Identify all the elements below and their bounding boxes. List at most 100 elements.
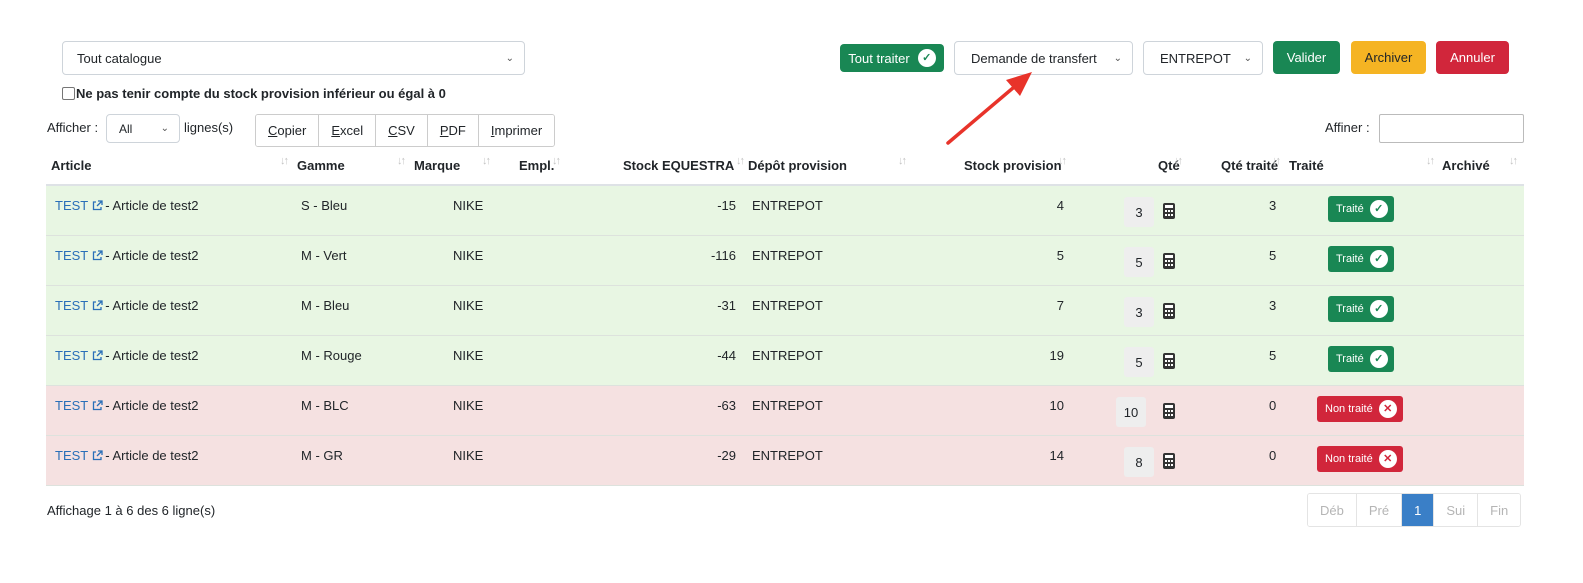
calculator-icon[interactable] [1162, 252, 1176, 270]
sort-icon[interactable]: ↓↑ [1058, 155, 1067, 167]
tout-traiter-button[interactable]: Tout traiter ✓ [840, 44, 944, 72]
article-cell: TEST - Article de test2 [55, 398, 198, 413]
table-row: TEST - Article de test2 M - GR NIKE -29 ENTRE… [46, 436, 1524, 486]
quantity-input[interactable]: 3 [1124, 197, 1154, 227]
archiver-button[interactable]: Archiver [1351, 41, 1426, 74]
status-label: Traité [1336, 303, 1364, 315]
article-link[interactable]: TEST [55, 348, 88, 363]
valider-button[interactable]: Valider [1273, 41, 1340, 74]
excel-button[interactable]: Excel [319, 115, 377, 146]
status-label: Non traité [1325, 403, 1373, 415]
ignore-zero-stock-row[interactable]: Ne pas tenir compte du stock provision i… [62, 86, 446, 101]
depot-cell: ENTREPOT [752, 398, 823, 413]
transfer-type-value: Demande de transfert [971, 50, 1097, 66]
article-link[interactable]: TEST [55, 448, 88, 463]
th-empl[interactable]: Empl. [519, 158, 554, 173]
table-row: TEST - Article de test2 M - BLC NIKE -63 ENTR… [46, 386, 1524, 436]
search-input[interactable] [1379, 114, 1524, 143]
article-cell: TEST - Article de test2 [55, 198, 198, 213]
th-marque[interactable]: Marque [414, 158, 460, 173]
calculator-icon[interactable] [1162, 402, 1176, 420]
external-link-icon[interactable] [92, 199, 103, 211]
quantity-input[interactable]: 8 [1124, 447, 1154, 477]
quantity-input[interactable]: 3 [1124, 297, 1154, 327]
stock-equestra-cell: -116 [710, 248, 736, 263]
ignore-zero-stock-checkbox[interactable] [62, 87, 75, 100]
status-badge[interactable]: Traité ✓ [1328, 246, 1394, 272]
calculator-icon[interactable] [1162, 302, 1176, 320]
marque-cell: NIKE [453, 448, 484, 463]
th-gamme[interactable]: Gamme [297, 158, 345, 173]
sort-icon[interactable]: ↓↑ [482, 155, 491, 167]
pager-first[interactable]: Déb [1308, 494, 1357, 526]
th-qte-traite[interactable]: Qté traité [1221, 158, 1278, 173]
external-link-icon[interactable] [92, 299, 103, 311]
th-depot[interactable]: Dépôt provision [748, 158, 847, 173]
external-link-icon[interactable] [92, 249, 103, 261]
status-badge[interactable]: Traité ✓ [1328, 346, 1394, 372]
status-badge[interactable]: Traité ✓ [1328, 296, 1394, 322]
stock-equestra-cell: -15 [717, 198, 736, 213]
status-badge[interactable]: Traité ✓ [1328, 196, 1394, 222]
sort-icon[interactable]: ↓↑ [397, 155, 406, 167]
external-link-icon[interactable] [92, 449, 103, 461]
quantity-input[interactable]: 10 [1116, 397, 1146, 427]
article-link[interactable]: TEST [55, 298, 88, 313]
article-name: - Article de test2 [105, 348, 199, 363]
sort-icon[interactable]: ↓↑ [898, 155, 907, 167]
copy-button[interactable]: Copier [256, 115, 320, 146]
check-circle-icon: ✓ [1369, 250, 1388, 268]
external-link-icon[interactable] [92, 399, 103, 411]
annuler-label: Annuler [1450, 50, 1495, 65]
stock-equestra-cell: -44 [717, 348, 736, 363]
article-cell: TEST - Article de test2 [55, 448, 198, 463]
qte-traite-cell: 0 [1269, 448, 1277, 463]
sort-icon[interactable]: ↓↑ [1509, 155, 1518, 167]
catalogue-select[interactable]: Tout catalogue ⌄ [62, 41, 525, 75]
pager-next[interactable]: Sui [1434, 494, 1479, 526]
gamme-cell: M - GR [301, 448, 343, 463]
article-link[interactable]: TEST [55, 248, 88, 263]
lines-per-page-select[interactable]: All ⌄ [106, 114, 180, 143]
chevron-down-icon: ⌄ [505, 52, 514, 64]
status-badge[interactable]: Non traité ✕ [1317, 446, 1403, 472]
sort-icon[interactable]: ↓↑ [280, 155, 289, 167]
quantity-input[interactable]: 5 [1124, 347, 1154, 377]
th-stock-provision[interactable]: Stock provision [964, 158, 1062, 173]
calculator-icon[interactable] [1162, 452, 1176, 470]
stock-provision-cell: 7 [1056, 298, 1064, 313]
article-link[interactable]: TEST [55, 398, 88, 413]
sort-icon[interactable]: ↓↑ [736, 155, 745, 167]
csv-button[interactable]: C SV [376, 115, 428, 146]
sort-icon[interactable]: ↓↑ [1272, 155, 1281, 167]
depot-select[interactable]: ENTREPOT ⌄ [1143, 41, 1263, 75]
pagination: Déb Pré 1 Sui Fin [1307, 493, 1522, 527]
afficher-label: Afficher : [47, 120, 99, 135]
th-archive[interactable]: Archivé [1442, 158, 1490, 173]
article-link[interactable]: TEST [55, 198, 88, 213]
annuler-button[interactable]: Annuler [1436, 41, 1509, 74]
article-cell: TEST - Article de test2 [55, 348, 198, 363]
sort-icon[interactable]: ↓↑ [552, 155, 561, 167]
quantity-input[interactable]: 5 [1124, 247, 1154, 277]
th-traite[interactable]: Traité [1289, 158, 1324, 173]
sort-icon[interactable]: ↓↑ [1174, 155, 1183, 167]
sort-icon[interactable]: ↓↑ [1426, 155, 1435, 167]
pager-page-1[interactable]: 1 [1402, 494, 1435, 526]
check-circle-icon: ✓ [1369, 200, 1388, 218]
th-article[interactable]: Article [51, 158, 91, 173]
external-link-icon[interactable] [92, 349, 103, 361]
stock-equestra-cell: -31 [717, 298, 736, 313]
th-stock-equestra[interactable]: Stock EQUESTRA [623, 158, 734, 173]
status-badge[interactable]: Non traité ✕ [1317, 396, 1403, 422]
catalogue-select-value: Tout catalogue [77, 50, 162, 66]
ignore-zero-stock-label: Ne pas tenir compte du stock provision i… [76, 86, 446, 101]
qte-traite-cell: 3 [1269, 198, 1277, 213]
calculator-icon[interactable] [1162, 202, 1176, 220]
marque-cell: NIKE [453, 298, 484, 313]
pager-last[interactable]: Fin [1478, 494, 1521, 526]
calculator-icon[interactable] [1162, 352, 1176, 370]
pdf-button[interactable]: P DF [427, 115, 479, 146]
print-button[interactable]: Imprimer [478, 115, 555, 146]
pager-previous[interactable]: Pré [1356, 494, 1403, 526]
